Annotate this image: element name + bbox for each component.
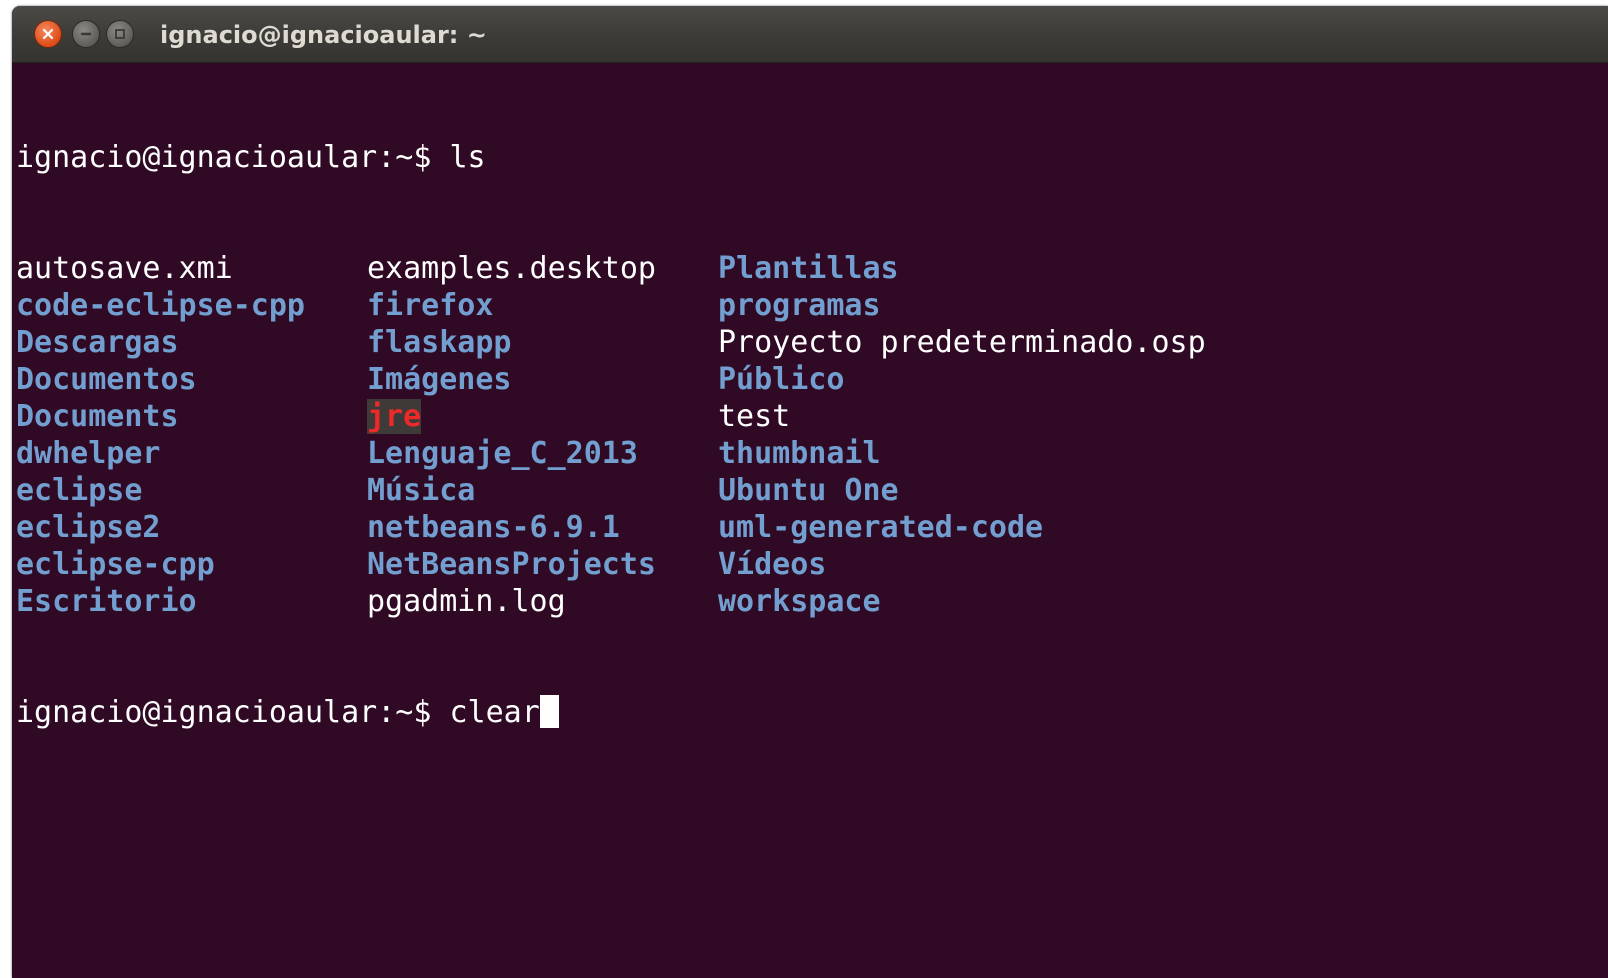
file-entry: test	[718, 399, 791, 434]
directory-entry: Música	[367, 473, 476, 508]
directory-entry: Imágenes	[367, 362, 512, 397]
listing-row: eclipse-cpp NetBeansProjects Vídeos	[16, 546, 1608, 583]
listing-row: eclipse2 netbeans-6.9.1 uml-generated-code	[16, 509, 1608, 546]
directory-entry: dwhelper	[16, 436, 161, 471]
listing-cell: firefox	[367, 287, 718, 324]
directory-entry: programas	[718, 288, 881, 323]
listing-cell: dwhelper	[16, 435, 367, 472]
terminal-window: ignacio@ignacioaular: ~ ignacio@ignacioa…	[12, 6, 1608, 978]
listing-cell: test	[718, 398, 1318, 435]
listing-row: eclipse Música Ubuntu One	[16, 472, 1608, 509]
listing-cell: NetBeansProjects	[367, 546, 718, 583]
listing-cell: examples.desktop	[367, 250, 718, 287]
directory-entry: thumbnail	[718, 436, 881, 471]
file-entry: examples.desktop	[367, 251, 656, 286]
directory-entry: netbeans-6.9.1	[367, 510, 620, 545]
listing-cell: Escritorio	[16, 583, 367, 620]
directory-entry: Escritorio	[16, 584, 197, 619]
maximize-button[interactable]	[106, 20, 134, 48]
listing-row: Documentos Imágenes Público	[16, 361, 1608, 398]
directory-entry: uml-generated-code	[718, 510, 1044, 545]
listing-cell: Proyecto predeterminado.osp	[718, 324, 1318, 361]
window-title: ignacio@ignacioaular: ~	[160, 21, 487, 49]
listing-cell: programas	[718, 287, 1318, 324]
listing-row: Documents jre test	[16, 398, 1608, 435]
directory-entry: Ubuntu One	[718, 473, 899, 508]
listing-cell: autosave.xmi	[16, 250, 367, 287]
listing-cell: eclipse2	[16, 509, 367, 546]
command-text: ls	[449, 140, 486, 175]
directory-entry: Plantillas	[718, 251, 899, 286]
minimize-icon	[80, 32, 92, 36]
listing-cell: Público	[718, 361, 1318, 398]
file-entry: Proyecto predeterminado.osp	[718, 325, 1206, 360]
listing-cell: thumbnail	[718, 435, 1318, 472]
listing-cell: Documents	[16, 398, 367, 435]
listing-cell: Imágenes	[367, 361, 718, 398]
listing-cell: eclipse	[16, 472, 367, 509]
directory-entry: Lenguaje_C_2013	[367, 436, 638, 471]
listing-cell: uml-generated-code	[718, 509, 1318, 546]
listing-cell: eclipse-cpp	[16, 546, 367, 583]
file-entry: pgadmin.log	[367, 584, 566, 619]
directory-entry: Vídeos	[718, 547, 827, 582]
listing-cell: Descargas	[16, 324, 367, 361]
directory-entry: Descargas	[16, 325, 179, 360]
directory-entry: flaskapp	[367, 325, 512, 360]
listing-cell: flaskapp	[367, 324, 718, 361]
listing-cell: workspace	[718, 583, 1318, 620]
ls-output: autosave.xmi examples.desktop Plantillas co…	[16, 250, 1608, 620]
directory-entry: eclipse2	[16, 510, 161, 545]
close-icon	[42, 28, 54, 40]
directory-entry: code-eclipse-cpp	[16, 288, 305, 323]
listing-cell: Ubuntu One	[718, 472, 1318, 509]
listing-row: dwhelper Lenguaje_C_2013 thumbnail	[16, 435, 1608, 472]
listing-cell: Documentos	[16, 361, 367, 398]
text-cursor	[539, 695, 559, 728]
listing-cell: Plantillas	[718, 250, 1318, 287]
title-bar[interactable]: ignacio@ignacioaular: ~	[12, 6, 1608, 63]
command-text: clear	[449, 695, 540, 730]
listing-cell: Lenguaje_C_2013	[367, 435, 718, 472]
listing-row: autosave.xmi examples.desktop Plantillas	[16, 250, 1608, 287]
listing-cell: code-eclipse-cpp	[16, 287, 367, 324]
listing-cell: pgadmin.log	[367, 583, 718, 620]
maximize-icon	[115, 29, 125, 39]
directory-entry: eclipse	[16, 473, 143, 508]
prompt: ignacio@ignacioaular:~$	[16, 695, 432, 730]
directory-entry: Documentos	[16, 362, 197, 397]
directory-entry: workspace	[718, 584, 881, 619]
listing-row: Escritorio pgadmin.log workspace	[16, 583, 1608, 620]
listing-cell: netbeans-6.9.1	[367, 509, 718, 546]
command-line-ls: ignacio@ignacioaular:~$ ls	[16, 139, 1608, 176]
command-line-current: ignacio@ignacioaular:~$ clear	[16, 694, 1608, 731]
directory-entry: NetBeansProjects	[367, 547, 656, 582]
directory-entry: firefox	[367, 288, 494, 323]
file-entry: autosave.xmi	[16, 251, 233, 286]
directory-entry: eclipse-cpp	[16, 547, 215, 582]
close-button[interactable]	[34, 20, 62, 48]
listing-cell: jre	[367, 398, 718, 435]
listing-row: code-eclipse-cpp firefox programas	[16, 287, 1608, 324]
terminal-content[interactable]: ignacio@ignacioaular:~$ ls autosave.xmi e…	[16, 63, 1608, 978]
directory-entry: Público	[718, 362, 845, 397]
directory-entry: Documents	[16, 399, 179, 434]
special-entry: jre	[367, 399, 422, 434]
listing-cell: Música	[367, 472, 718, 509]
listing-row: Descargas flaskapp Proyecto predeterminado…	[16, 324, 1608, 361]
minimize-button[interactable]	[72, 20, 100, 48]
listing-cell: Vídeos	[718, 546, 1318, 583]
prompt: ignacio@ignacioaular:~$	[16, 140, 432, 175]
